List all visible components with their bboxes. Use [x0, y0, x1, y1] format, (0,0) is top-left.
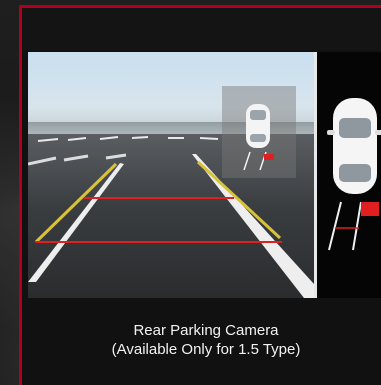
feature-card: Rear Parking Camera (Available Only for …: [19, 5, 381, 385]
feature-image: [28, 52, 381, 298]
caption-subtitle: (Available Only for 1.5 Type): [111, 341, 301, 358]
car-top-view-icon: [327, 98, 381, 251]
far-lane-stripes: [37, 136, 219, 142]
camera-view: [28, 52, 314, 298]
mid-lane-stripes: [28, 153, 127, 166]
feature-caption: Rear Parking Camera (Available Only for …: [28, 298, 381, 385]
caption-title: Rear Parking Camera: [133, 322, 279, 339]
top-view-panel: [317, 52, 381, 298]
left-parking-line: [28, 163, 124, 282]
page: Rear Parking Camera (Available Only for …: [0, 0, 381, 385]
camera-overlay: [28, 86, 314, 298]
card-header: [22, 8, 381, 50]
guide-line-left-yellow: [34, 162, 118, 244]
